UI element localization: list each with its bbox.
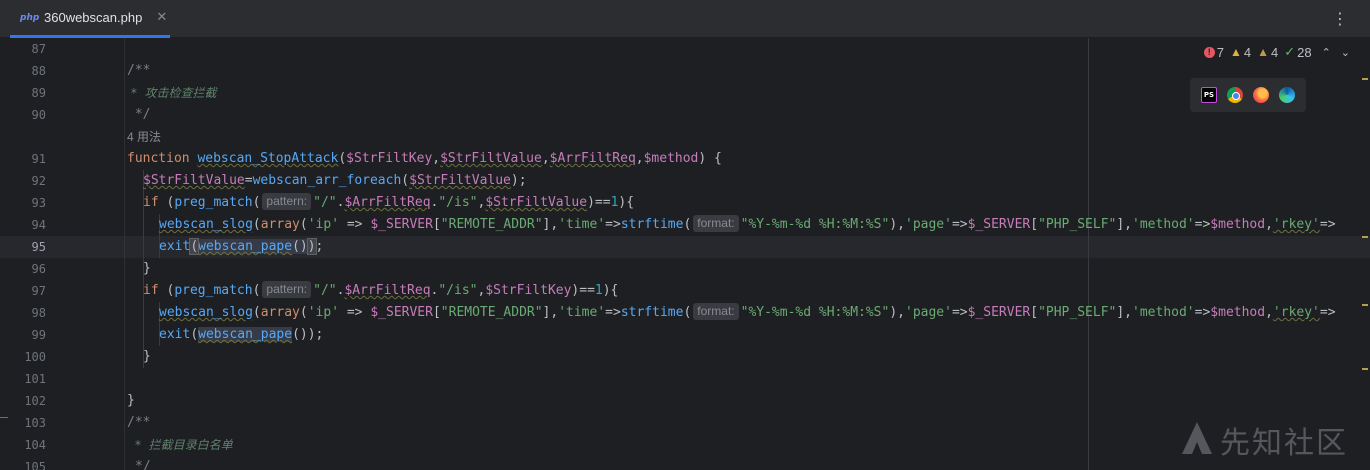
- watermark-text: 先知社区: [1220, 426, 1348, 461]
- line-number: 102: [24, 394, 46, 408]
- code-line-92: $StrFiltValue=webscan_arr_foreach($StrFi…: [143, 173, 527, 188]
- scrollbar-marker: [1362, 368, 1368, 370]
- line-number: 93: [31, 196, 46, 210]
- code-line-93: if (preg_match(pattern: "/".$ArrFiltReq."…: [143, 193, 635, 210]
- line-number: 98: [31, 306, 46, 320]
- scrollbar-marker: [1362, 78, 1368, 80]
- editor-tab-bar: php 360webscan.php ✕ ⋮: [0, 0, 1370, 38]
- more-options-icon[interactable]: ⋮: [1332, 9, 1348, 28]
- code-line-88: /**: [127, 63, 151, 78]
- line-number: 92: [31, 174, 46, 188]
- line-number: 100: [24, 350, 46, 364]
- line-number: 104: [24, 438, 46, 452]
- inspection-widget[interactable]: ! 7 ▲ 4 ▲ 4 ✓ 28 ⌃ ⌄: [1203, 44, 1350, 60]
- vertical-scrollbar[interactable]: [1362, 58, 1368, 458]
- usages-inlay-hint[interactable]: 4 用法: [127, 126, 161, 148]
- phpstorm-icon[interactable]: PS: [1201, 87, 1217, 103]
- fold-guide: [124, 38, 125, 470]
- parameter-hint: pattern:: [262, 281, 312, 298]
- edge-icon[interactable]: [1279, 87, 1295, 103]
- line-number: 94: [31, 218, 46, 232]
- parameter-hint: pattern:: [262, 193, 312, 210]
- tab-title: 360webscan.php: [44, 10, 143, 25]
- code-line-94: webscan_slog(array('ip' => $_SERVER["REM…: [159, 215, 1336, 232]
- line-number: 89: [31, 86, 46, 100]
- right-margin-guide: [1088, 38, 1089, 470]
- line-number: 90: [31, 108, 46, 122]
- line-number: 97: [31, 284, 46, 298]
- errors-count[interactable]: ! 7: [1203, 45, 1224, 60]
- typos-count[interactable]: ✓ 28: [1284, 44, 1311, 60]
- php-file-icon: php: [20, 12, 40, 23]
- code-line-98: webscan_slog(array('ip' => $_SERVER["REM…: [159, 303, 1336, 320]
- scrollbar-marker: [1362, 304, 1368, 306]
- comment-text: 攻击检查拦截: [144, 86, 217, 100]
- browser-preview-toolbar: PS: [1190, 78, 1306, 112]
- function-name: webscan_StopAttack: [197, 151, 339, 166]
- scrollbar-marker: [1362, 236, 1368, 238]
- line-number-gutter[interactable]: 87 88 89 90 91 92 93 94 95 96 97 98 99 1…: [0, 38, 60, 470]
- warning-icon: ▲: [1229, 45, 1242, 59]
- code-line-90: */: [127, 107, 151, 122]
- line-number: 87: [31, 42, 46, 56]
- line-number: 99: [31, 328, 46, 342]
- code-line-95: exit(webscan_pape());: [159, 238, 324, 255]
- parameter-hint: format:: [693, 303, 739, 320]
- parameter-hint: format:: [693, 215, 739, 232]
- warnings-count[interactable]: ▲ 4: [1230, 45, 1251, 60]
- code-line-100: }: [143, 349, 151, 364]
- weak-warnings-count[interactable]: ▲ 4: [1257, 45, 1278, 60]
- watermark: 先知社区: [1180, 418, 1348, 462]
- code-line-104: * 拦截目录白名单: [135, 438, 233, 452]
- code-line-97: if (preg_match(pattern: "/".$ArrFiltReq."…: [143, 281, 619, 298]
- line-number: 96: [31, 262, 46, 276]
- code-line-103: /**: [127, 415, 151, 430]
- code-line-96: }: [143, 261, 151, 276]
- previous-problem-icon[interactable]: ⌃: [1322, 46, 1331, 59]
- close-icon[interactable]: ✕: [156, 10, 167, 25]
- next-problem-icon[interactable]: ⌄: [1341, 46, 1350, 59]
- error-icon: !: [1203, 46, 1215, 58]
- code-editor[interactable]: 87 88 89 90 91 92 93 94 95 96 97 98 99 1…: [0, 38, 1370, 470]
- matched-paren: ): [306, 238, 317, 255]
- line-number: 101: [24, 372, 46, 386]
- line-number-current: 95: [31, 240, 46, 254]
- matched-paren: (: [189, 238, 200, 255]
- tab-360webscan[interactable]: php 360webscan.php ✕: [10, 0, 170, 38]
- weak-warning-icon: ▲: [1257, 45, 1269, 59]
- chrome-icon[interactable]: [1227, 87, 1243, 103]
- code-line-91: function webscan_StopAttack($StrFiltKey,…: [127, 151, 722, 166]
- firefox-icon[interactable]: [1253, 87, 1269, 103]
- line-number: 105: [24, 460, 46, 470]
- code-line-99: exit(webscan_pape());: [159, 327, 324, 342]
- check-icon: ✓: [1284, 44, 1296, 59]
- line-number: 103: [24, 416, 46, 430]
- code-line-89: * 攻击检查拦截: [127, 86, 217, 100]
- line-number: 88: [31, 64, 46, 78]
- code-line-102: }: [127, 393, 135, 408]
- code-line-105: */: [135, 459, 151, 470]
- line-number: 91: [31, 152, 46, 166]
- comment-text: 拦截目录白名单: [148, 438, 233, 452]
- watermark-logo-icon: [1182, 422, 1212, 454]
